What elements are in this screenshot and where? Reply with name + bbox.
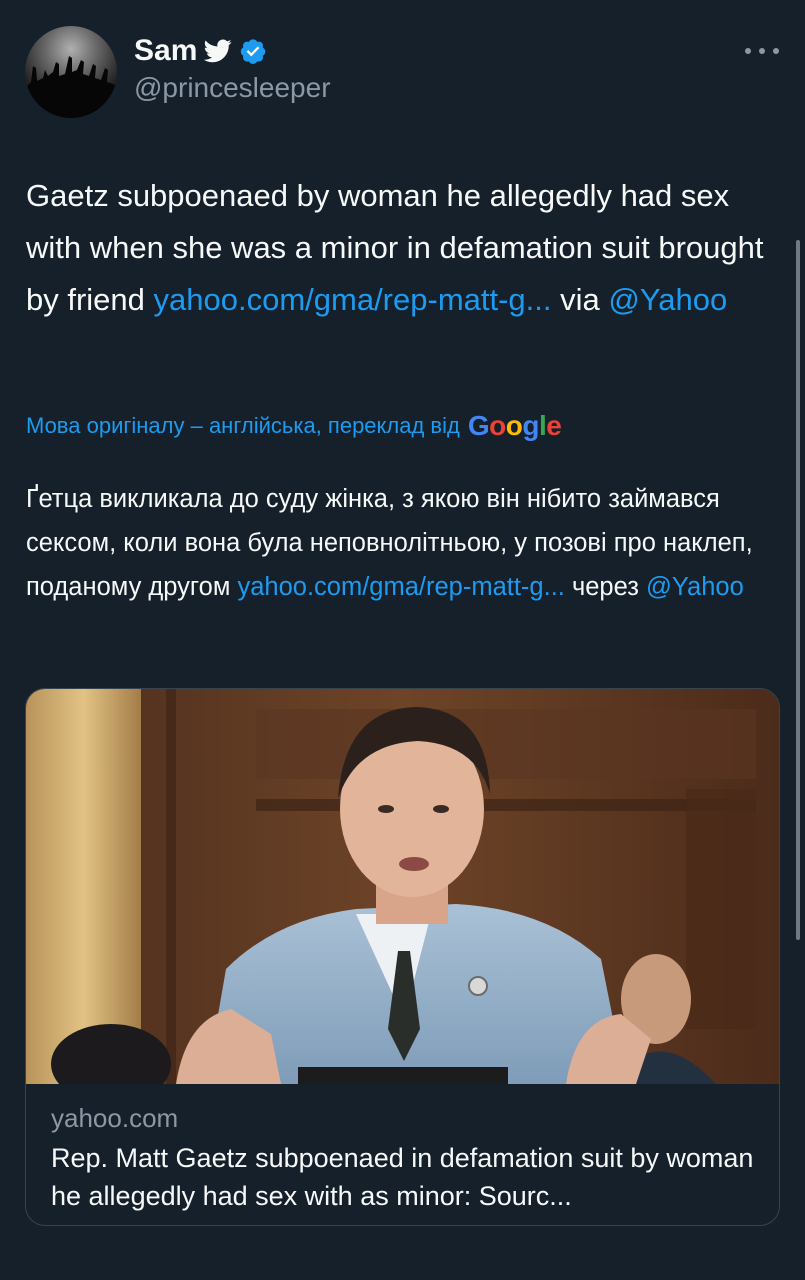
- tweet-mention[interactable]: @Yahoo: [608, 282, 727, 317]
- tweet-via: via: [551, 282, 609, 317]
- verified-badge-icon: [239, 37, 267, 65]
- card-title[interactable]: Rep. Matt Gaetz subpoenaed in defamation…: [51, 1139, 766, 1215]
- avatar[interactable]: [25, 26, 117, 118]
- author-display-name[interactable]: Sam: [134, 33, 197, 69]
- translated-mention[interactable]: @Yahoo: [646, 573, 744, 601]
- card-domain: yahoo.com: [51, 1103, 179, 1133]
- scrollbar[interactable]: [796, 240, 800, 940]
- bird-icon: [204, 39, 232, 63]
- card-image[interactable]: [26, 689, 779, 1084]
- tweet-link[interactable]: yahoo.com/gma/rep-matt-g...: [154, 282, 552, 317]
- tweet-text: Gaetz subpoenaed by woman he allegedly h…: [26, 170, 786, 326]
- translation-attribution[interactable]: Мова оригіналу – англійська, переклад ві…: [26, 410, 562, 442]
- translated-via: через: [564, 573, 647, 601]
- avatar-crowd-image: [25, 56, 117, 118]
- translation-label: Мова оригіналу – англійська, переклад ві…: [26, 413, 460, 438]
- google-logo: Google: [467, 410, 562, 441]
- translated-link[interactable]: yahoo.com/gma/rep-matt-g...: [237, 573, 564, 601]
- link-preview-card[interactable]: yahoo.com Rep. Matt Gaetz subpoenaed in …: [25, 688, 780, 1226]
- author-handle[interactable]: @princesleeper: [134, 72, 331, 104]
- more-options-icon[interactable]: [745, 44, 779, 58]
- author-name[interactable]: Sam: [134, 33, 267, 69]
- translated-tweet-text: Ґетца викликала до суду жінка, з якою ві…: [26, 477, 786, 609]
